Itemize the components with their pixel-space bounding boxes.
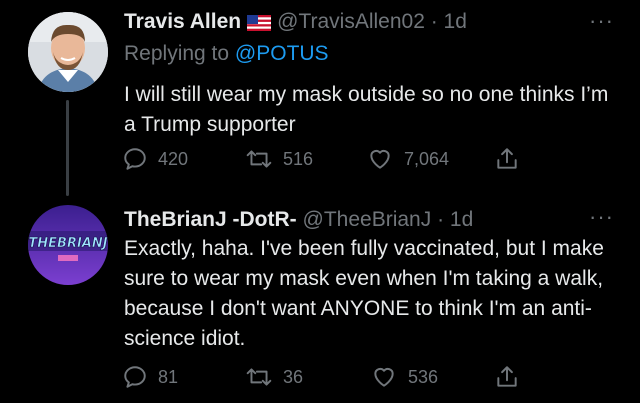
like-count: 536 [408,366,439,387]
like-button[interactable]: 7,064 [366,146,449,172]
retweet-button[interactable]: 36 [245,364,303,390]
reply-icon [124,366,146,388]
avatar-photo-icon [28,12,108,92]
replying-to-label: Replying to [124,42,235,65]
share-icon [497,148,517,169]
handle[interactable]: @TheeBrianJ [303,208,432,231]
replying-to-link[interactable]: @POTUS [235,42,329,65]
retweet-button[interactable]: 516 [245,146,313,172]
reply-count: 81 [158,366,179,387]
reply-icon [124,148,146,170]
retweet-count: 516 [283,148,314,169]
heart-icon [370,149,390,169]
timestamp[interactable]: · 1d [431,10,467,33]
timestamp[interactable]: · 1d [437,208,473,231]
reply-count: 420 [158,148,189,169]
avatar[interactable]: THEBRIANJ [28,205,108,285]
share-button[interactable] [494,364,530,390]
display-name[interactable]: TheBrianJ -DotR- [124,208,297,231]
like-button[interactable]: 536 [370,364,438,390]
like-count: 7,064 [404,148,450,169]
avatar-logo-icon: THEBRIANJ [28,205,108,285]
display-name[interactable]: Travis Allen [124,10,241,33]
retweet-icon [246,150,272,168]
tweet-text: I will still wear my mask outside so no … [124,83,609,136]
more-options-icon[interactable]: ··· [589,8,614,34]
retweet-count: 36 [283,366,304,387]
reply-button[interactable]: 81 [122,364,178,390]
avatar[interactable] [28,12,108,92]
more-options-icon[interactable]: ··· [589,204,614,230]
share-icon [497,366,517,387]
tweet-text: Exactly, haha. I've been fully vaccinate… [124,237,604,350]
reply-button[interactable]: 420 [122,146,188,172]
tweet-header: TheBrianJ -DotR- @TheeBrianJ · 1d [124,206,473,234]
retweet-icon [246,368,272,386]
heart-icon [374,367,394,387]
tweet-travis-allen[interactable]: Travis Allen @TravisAllen02 · 1d ··· Rep… [0,0,640,200]
share-button[interactable] [494,146,530,172]
avatar-logo-text: THEBRIANJ [28,236,107,251]
us-flag-icon [247,11,272,39]
handle[interactable]: @TravisAllen02 [277,10,425,33]
tweet-header: Travis Allen @TravisAllen02 · 1d [124,8,467,39]
thread-connector [66,100,69,196]
replying-to-line: Replying to @POTUS [124,40,329,68]
